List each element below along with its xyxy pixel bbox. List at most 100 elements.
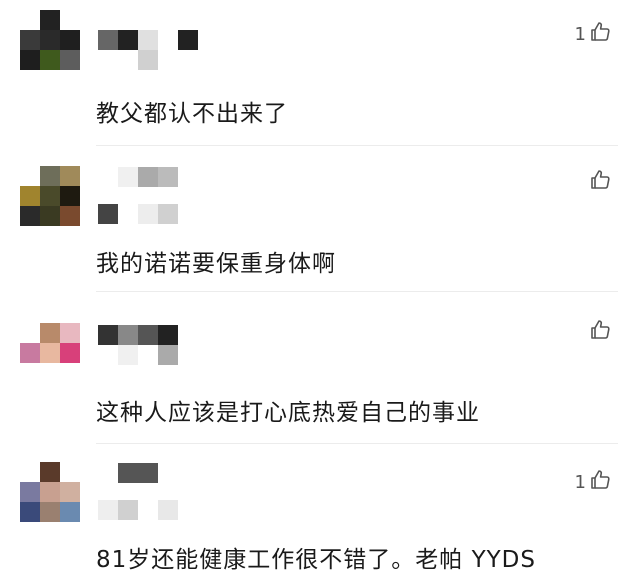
mosaic-block	[118, 167, 138, 187]
username-mosaic-row2	[98, 204, 198, 224]
mosaic-block	[178, 50, 198, 70]
avatar-pixel	[20, 50, 40, 70]
like-count: 1	[574, 24, 586, 45]
mosaic-block	[178, 463, 198, 483]
mosaic-block	[138, 167, 158, 187]
avatar-pixel	[60, 363, 80, 383]
like-button[interactable]: 1	[575, 468, 612, 497]
avatar-pixel	[20, 343, 40, 363]
avatar-pixel	[60, 206, 80, 226]
mosaic-block	[158, 204, 178, 224]
mosaic-block	[158, 50, 178, 70]
mosaic-block	[118, 500, 138, 520]
username-mosaic-row2	[98, 500, 198, 520]
avatar-pixel	[40, 50, 60, 70]
mosaic-block	[158, 463, 178, 483]
avatar-pixel	[40, 502, 60, 522]
avatar-pixel	[40, 10, 60, 30]
username-mosaic[interactable]	[98, 30, 198, 50]
like-count: 1	[574, 472, 586, 493]
avatar[interactable]	[20, 166, 80, 226]
like-button[interactable]: 1	[575, 20, 612, 49]
mosaic-block	[178, 345, 198, 365]
mosaic-block	[178, 325, 198, 345]
mosaic-block	[98, 30, 118, 50]
avatar-pixel	[20, 10, 40, 30]
thumbs-up-icon	[588, 168, 612, 197]
mosaic-block	[118, 345, 138, 365]
mosaic-block	[98, 463, 118, 483]
divider	[96, 443, 618, 444]
avatar-pixel	[20, 363, 40, 383]
mosaic-block	[158, 500, 178, 520]
username-mosaic[interactable]	[98, 325, 198, 345]
mosaic-block	[158, 345, 178, 365]
mosaic-block	[138, 50, 158, 70]
avatar-pixel	[40, 482, 60, 502]
avatar-pixel	[40, 323, 60, 343]
comment-text: 我的诺诺要保重身体啊	[96, 251, 336, 277]
mosaic-block	[158, 325, 178, 345]
mosaic-block	[178, 30, 198, 50]
mosaic-block	[118, 50, 138, 70]
avatar-pixel	[60, 323, 80, 343]
avatar-pixel	[60, 462, 80, 482]
avatar-pixel	[40, 186, 60, 206]
mosaic-block	[138, 345, 158, 365]
avatar-pixel	[60, 30, 80, 50]
avatar-pixel	[60, 166, 80, 186]
thumbs-up-icon	[588, 318, 612, 347]
mosaic-block	[138, 325, 158, 345]
mosaic-block	[138, 500, 158, 520]
like-button[interactable]	[586, 318, 612, 347]
avatar-pixel	[20, 502, 40, 522]
mosaic-block	[138, 463, 158, 483]
divider	[96, 145, 618, 146]
avatar-pixel	[20, 186, 40, 206]
comment-text: 这种人应该是打心底热爱自己的事业	[96, 400, 480, 426]
mosaic-block	[98, 50, 118, 70]
mosaic-block	[118, 463, 138, 483]
mosaic-block	[98, 325, 118, 345]
avatar-pixel	[20, 166, 40, 186]
mosaic-block	[118, 325, 138, 345]
avatar-pixel	[60, 10, 80, 30]
mosaic-block	[158, 30, 178, 50]
avatar[interactable]	[20, 10, 80, 70]
thumbs-up-icon	[588, 20, 612, 49]
mosaic-block	[98, 167, 118, 187]
avatar[interactable]	[20, 323, 80, 383]
username-mosaic[interactable]	[98, 463, 198, 483]
avatar[interactable]	[20, 462, 80, 522]
avatar-pixel	[40, 206, 60, 226]
avatar-pixel	[40, 30, 60, 50]
avatar-pixel	[20, 482, 40, 502]
avatar-pixel	[40, 363, 60, 383]
avatar-pixel	[60, 50, 80, 70]
mosaic-block	[118, 30, 138, 50]
thumbs-up-icon	[588, 468, 612, 497]
mosaic-block	[178, 167, 198, 187]
avatar-pixel	[20, 323, 40, 343]
mosaic-block	[178, 204, 198, 224]
username-mosaic-row2	[98, 50, 198, 70]
comment-text: 教父都认不出来了	[96, 101, 288, 127]
mosaic-block	[158, 167, 178, 187]
avatar-pixel	[40, 462, 60, 482]
username-mosaic-row2	[98, 345, 198, 365]
username-mosaic[interactable]	[98, 167, 198, 187]
mosaic-block	[98, 345, 118, 365]
avatar-pixel	[60, 186, 80, 206]
comment-text: 81岁还能健康工作很不错了。老帕 YYDS	[96, 547, 536, 573]
mosaic-block	[178, 500, 198, 520]
avatar-pixel	[40, 166, 60, 186]
avatar-pixel	[20, 30, 40, 50]
avatar-pixel	[20, 462, 40, 482]
mosaic-block	[98, 204, 118, 224]
divider	[96, 291, 618, 292]
avatar-pixel	[20, 206, 40, 226]
like-button[interactable]	[586, 168, 612, 197]
avatar-pixel	[60, 502, 80, 522]
mosaic-block	[118, 204, 138, 224]
mosaic-block	[138, 204, 158, 224]
